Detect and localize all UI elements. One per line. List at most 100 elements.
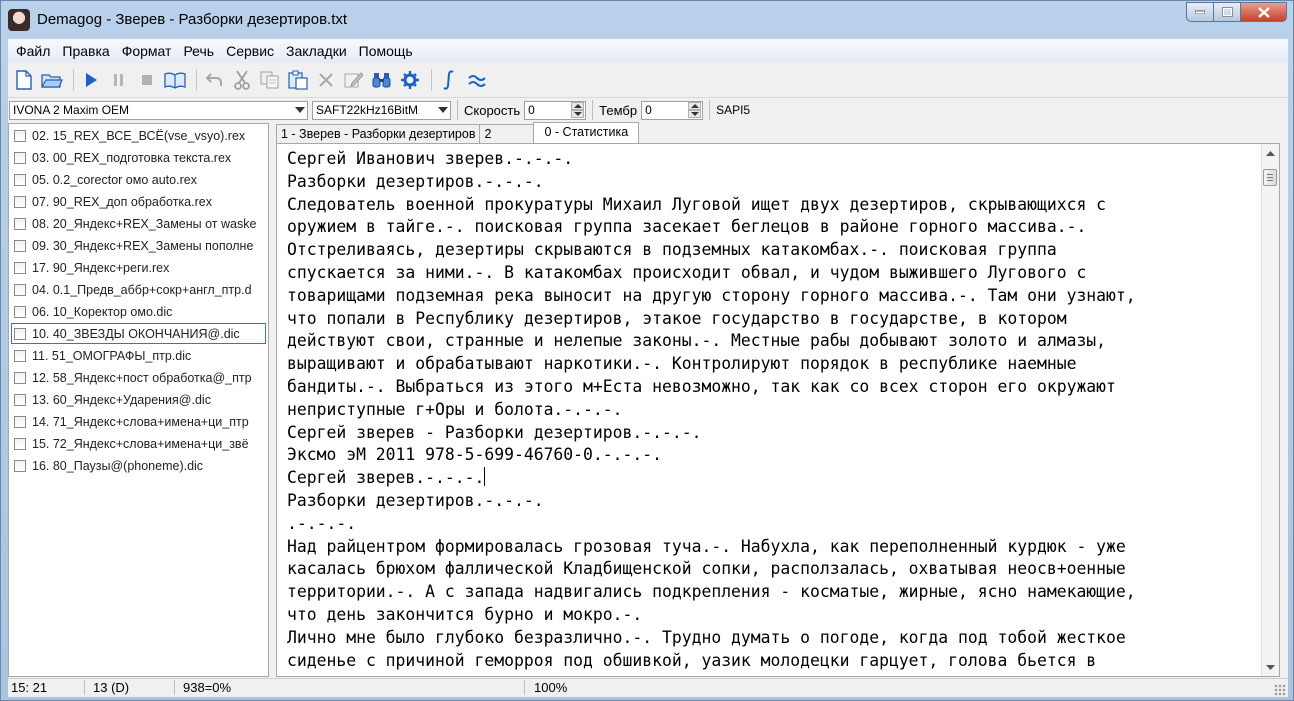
approx-button[interactable] [465, 68, 489, 92]
file-list-item[interactable]: 09. 30_Яндекс+REX_Замены пополне [11, 235, 266, 256]
file-list-item[interactable]: 16. 80_Паузы@(phoneme).dic [11, 455, 266, 476]
play-button[interactable] [79, 68, 103, 92]
file-list-item[interactable]: 17. 90_Яндекс+реги.rex [11, 257, 266, 278]
menu-speech[interactable]: Речь [177, 39, 220, 63]
resize-grip[interactable] [1274, 684, 1286, 696]
delete-button[interactable] [314, 68, 338, 92]
file-name: 03. 00_REX_подготовка текста.rex [32, 150, 232, 165]
audio-format-select[interactable]: SAFT22kHz16BitM [312, 100, 451, 120]
speed-spinner[interactable]: 0 [524, 100, 587, 120]
editor-scrollbar[interactable] [1261, 144, 1279, 676]
stop-button[interactable] [135, 68, 159, 92]
copy-button[interactable] [258, 68, 282, 92]
file-list-item[interactable]: 08. 20_Яндекс+REX_Замены от waske [11, 213, 266, 234]
menu-bar: Файл Правка Формат Речь Сервис Закладки … [8, 39, 1288, 63]
editor-line: Разборки дезертиров.-.-.-. [287, 490, 1262, 513]
voice-select[interactable]: IVONA 2 Maxim OEM [9, 100, 308, 120]
editor-line: что попали в Республику дезертиров, этак… [287, 308, 1262, 331]
editor-line-text: Разборки дезертиров.-.-.-. [287, 490, 544, 510]
read-book-button[interactable] [163, 68, 187, 92]
menu-edit[interactable]: Правка [56, 39, 115, 63]
file-checkbox[interactable] [14, 437, 26, 450]
maximize-button[interactable] [1214, 2, 1241, 22]
text-editor[interactable]: Сергей Иванович зверев.-.-.-. Разборки де… [276, 143, 1280, 677]
editor-line-text: сиденье с причиной геморроя под обшивкой… [287, 650, 1097, 670]
file-checkbox[interactable] [14, 459, 26, 472]
scroll-down-button[interactable] [1263, 659, 1278, 675]
speed-up-button[interactable] [571, 101, 585, 110]
editor-line-text: Над райцентром формировалась грозовая ту… [287, 536, 1126, 556]
tab-document-2[interactable]: 2 [479, 124, 535, 143]
menu-tools[interactable]: Сервис [220, 39, 280, 63]
menu-help[interactable]: Помощь [353, 39, 419, 63]
file-name: 10. 40_ЗВЕЗДЫ ОКОНЧАНИЯ@.dic [32, 326, 240, 341]
undo-button[interactable] [202, 68, 226, 92]
tab-statistics[interactable]: 0 - Статистика [533, 122, 640, 144]
tab-document-1[interactable]: 1 - Зверев - Разборки дезертиров [276, 124, 481, 143]
file-list-item[interactable]: 04. 0.1_Предв_аббр+сокр+англ_птр.d [11, 279, 266, 300]
file-checkbox[interactable] [14, 327, 26, 340]
app-icon[interactable] [8, 9, 30, 31]
editor-line: Отстреливаясь, дезертиры скрываются в по… [287, 239, 1262, 262]
file-checkbox[interactable] [14, 151, 26, 164]
file-checkbox[interactable] [14, 173, 26, 186]
dictionary-file-list[interactable]: 02. 15_REX_ВСЕ_ВСЁ(vse_vsyo).rex 03. 00_R… [8, 123, 269, 677]
file-checkbox[interactable] [14, 283, 26, 296]
menu-format[interactable]: Формат [116, 39, 178, 63]
file-list-item[interactable]: 06. 10_Коректор омо.dic [11, 301, 266, 322]
file-checkbox[interactable] [14, 129, 26, 142]
file-name: 04. 0.1_Предв_аббр+сокр+англ_птр.d [32, 282, 252, 297]
audio-format-value: SAFT22kHz16BitM [316, 103, 419, 117]
scroll-up-icon [1266, 150, 1275, 156]
file-list-item[interactable]: 13. 60_Яндекс+Ударения@.dic [11, 389, 266, 410]
pause-button[interactable] [107, 68, 131, 92]
file-list-item[interactable]: 07. 90_REX_доп обработка.rex [11, 191, 266, 212]
menu-bookmarks[interactable]: Закладки [280, 39, 353, 63]
paste-button[interactable] [286, 68, 310, 92]
file-list-item[interactable]: 14. 71_Яндекс+слова+имена+ци_птр [11, 411, 266, 432]
file-list-item[interactable]: 12. 58_Яндекс+пост обработка@_птр [11, 367, 266, 388]
chevron-down-icon [438, 106, 448, 113]
file-checkbox[interactable] [14, 393, 26, 406]
menu-file[interactable]: Файл [8, 39, 56, 63]
voice-bar: IVONA 2 Maxim OEM SAFT22kHz16BitM Скорос… [8, 98, 1288, 122]
file-checkbox[interactable] [14, 415, 26, 428]
speed-down-button[interactable] [571, 109, 585, 118]
find-button[interactable] [370, 68, 394, 92]
file-list-item[interactable]: 10. 40_ЗВЕЗДЫ ОКОНЧАНИЯ@.dic [11, 323, 266, 344]
edit-button[interactable] [342, 68, 366, 92]
timbre-down-button[interactable] [688, 109, 702, 118]
file-list-item[interactable]: 15. 72_Яндекс+слова+имена+ци_звё [11, 433, 266, 454]
scroll-thumb[interactable] [1263, 169, 1277, 186]
file-checkbox[interactable] [14, 371, 26, 384]
minimize-icon [1195, 10, 1205, 14]
file-checkbox[interactable] [14, 239, 26, 252]
title-bar[interactable]: Demagog - Зверев - Разборки дезертиров.t… [1, 1, 1293, 39]
file-checkbox[interactable] [14, 305, 26, 318]
editor-content[interactable]: Сергей Иванович зверев.-.-.-. Разборки де… [287, 148, 1262, 672]
timbre-spinner[interactable]: 0 [641, 100, 704, 120]
scroll-up-button[interactable] [1263, 145, 1278, 161]
file-checkbox[interactable] [14, 261, 26, 274]
status-bar: 15: 21 13 (D) 938=0% 100% [8, 678, 1288, 697]
settings-button[interactable] [398, 68, 422, 92]
file-checkbox[interactable] [14, 195, 26, 208]
close-button[interactable] [1241, 2, 1287, 22]
integral-button[interactable] [437, 68, 461, 92]
timbre-up-button[interactable] [688, 101, 702, 110]
file-name: 17. 90_Яндекс+реги.rex [32, 260, 170, 275]
editor-line: бандиты.-. Выбраться из этого м+Еста нев… [287, 376, 1262, 399]
file-checkbox[interactable] [14, 217, 26, 230]
file-list-item[interactable]: 02. 15_REX_ВСЕ_ВСЁ(vse_vsyo).rex [11, 125, 266, 146]
file-list-item[interactable]: 05. 0.2_corector омо auto.rex [11, 169, 266, 190]
editor-line-text: территории.-. А с запада надвигались под… [287, 582, 1136, 602]
open-file-button[interactable] [40, 68, 64, 92]
document-tabs: 1 - Зверев - Разборки дезертиров 2 0 - С… [276, 122, 640, 144]
new-file-button[interactable] [12, 68, 36, 92]
file-checkbox[interactable] [14, 349, 26, 362]
file-list-item[interactable]: 11. 51_ОМОГРАФЫ_птр.dic [11, 345, 266, 366]
editor-line-text: касалась брюхом фаллической Кладбищенско… [287, 559, 1126, 579]
minimize-button[interactable] [1186, 2, 1214, 22]
cut-button[interactable] [230, 68, 254, 92]
file-list-item[interactable]: 03. 00_REX_подготовка текста.rex [11, 147, 266, 168]
